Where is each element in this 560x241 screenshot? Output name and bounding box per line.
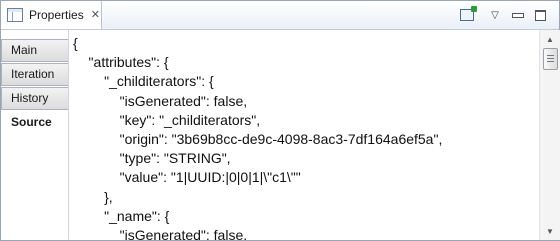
pin-view-icon[interactable]	[459, 6, 477, 23]
source-line: "_childiterators": {	[73, 73, 214, 90]
source-line: "type": "STRING",	[73, 150, 231, 167]
tab-title: Properties	[29, 8, 84, 22]
scroll-down-icon[interactable]: ▼	[540, 224, 560, 238]
tab-source[interactable]: Source	[1, 111, 69, 134]
close-icon[interactable]: ✕	[91, 9, 100, 21]
source-line: "attributes": {	[73, 54, 169, 71]
source-line: "isGenerated": false,	[73, 227, 248, 240]
source-line: "_name": {	[73, 207, 170, 224]
scroll-up-icon[interactable]: ▲	[540, 32, 560, 46]
source-line: "key": "_childiterators",	[73, 111, 261, 128]
scroll-thumb[interactable]	[543, 48, 558, 70]
tab-iteration[interactable]: Iteration	[1, 63, 69, 86]
source-line: },	[73, 188, 113, 205]
minimize-icon[interactable]	[511, 7, 525, 23]
source-line: "isGenerated": false,	[73, 92, 248, 109]
source-line: {	[73, 35, 78, 51]
source-line: "value": "1|UUID:|0|0|1|\"c1\""	[73, 169, 301, 186]
source-line: "origin": "3b69b8cc-de9c-4098-8ac3-7df16…	[73, 131, 443, 148]
properties-icon	[7, 8, 23, 22]
tab-history[interactable]: History	[1, 87, 69, 110]
vertical-scrollbar[interactable]: ▲ ▼	[539, 30, 560, 240]
properties-tab[interactable]: Properties ✕	[1, 1, 102, 29]
source-text[interactable]: { "attributes": { "_childiterators": { "…	[69, 30, 539, 240]
tab-main[interactable]: Main	[1, 39, 69, 62]
view-title-bar: Properties ✕ ▽	[1, 1, 559, 30]
source-editor[interactable]: { "attributes": { "_childiterators": { "…	[69, 30, 539, 240]
maximize-icon[interactable]	[533, 7, 547, 23]
property-tabs: Main Iteration History Source	[1, 39, 69, 135]
view-menu-chevron-icon[interactable]: ▽	[489, 7, 501, 23]
properties-view: Properties ✕ ▽ Main Iteration History So…	[0, 0, 560, 241]
